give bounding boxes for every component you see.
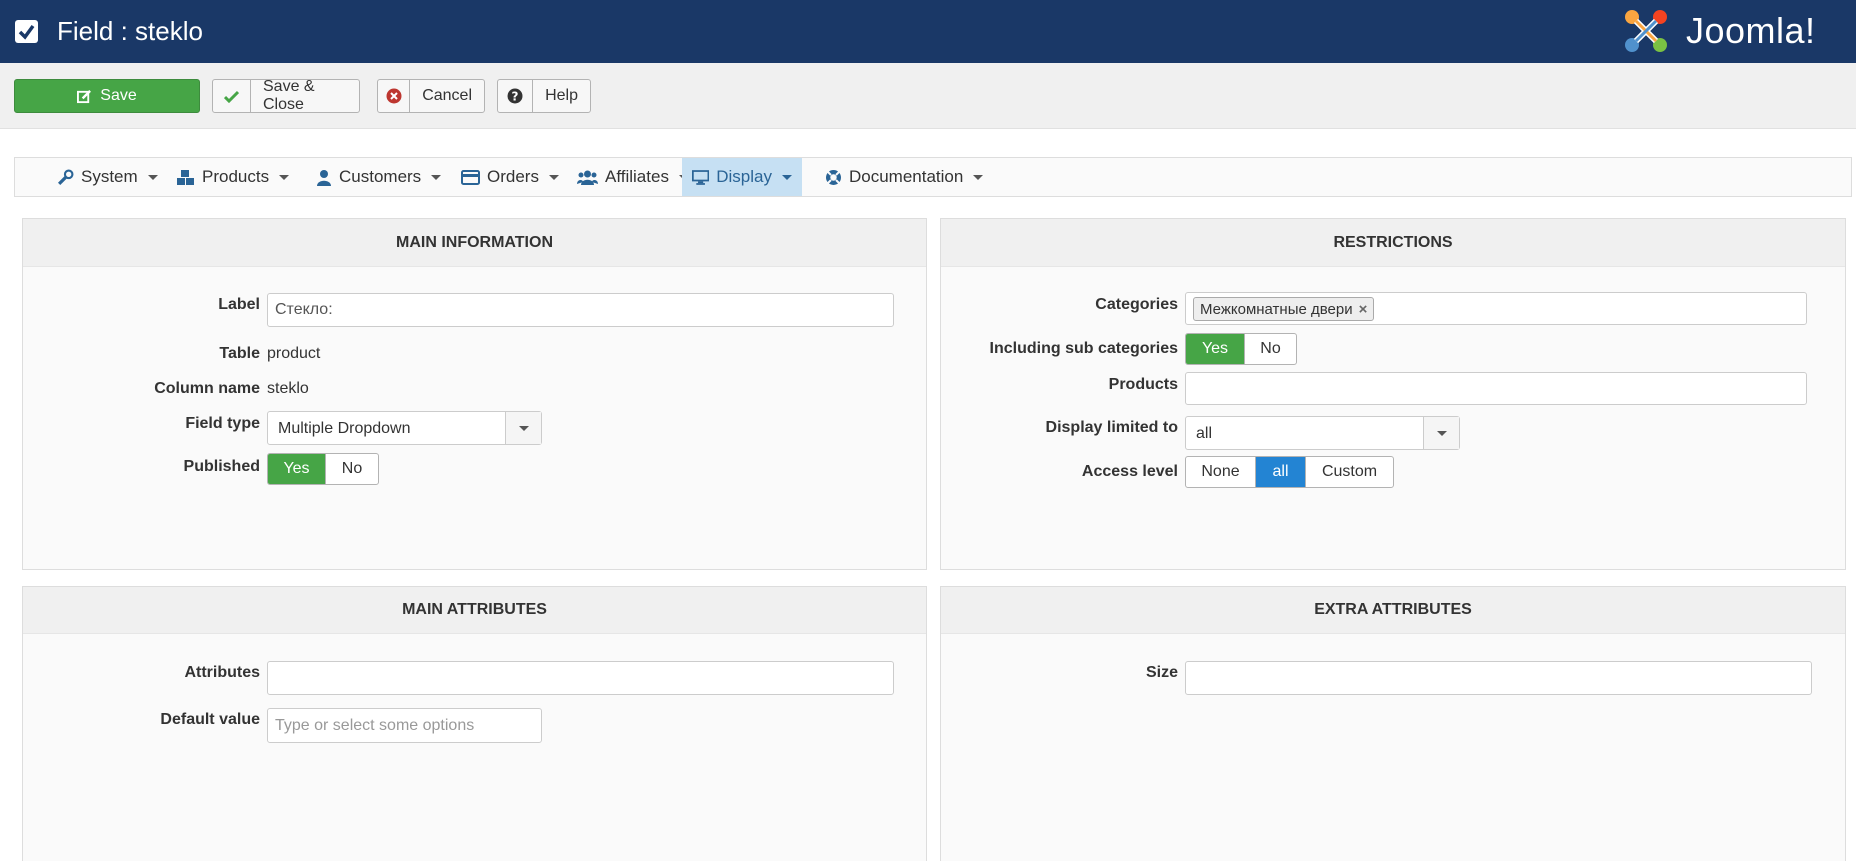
help-button[interactable]: ? Help	[497, 79, 591, 113]
published-toggle: Yes No	[267, 453, 379, 485]
access-custom-button[interactable]: Custom	[1306, 457, 1393, 487]
chevron-down-icon	[548, 174, 559, 180]
page-title: Field : steklo	[57, 16, 203, 46]
categories-label: Categories	[1095, 296, 1178, 313]
display-limited-select[interactable]: all	[1185, 416, 1460, 450]
sub-categories-label: Including sub categories	[989, 340, 1178, 357]
menu-customers-label: Customers	[339, 167, 422, 186]
published-yes-button[interactable]: Yes	[268, 454, 326, 484]
edit-icon	[77, 89, 92, 103]
chevron-down-icon	[147, 174, 158, 180]
default-value-input[interactable]: Type or select some options	[267, 708, 542, 743]
table-value: product	[267, 345, 321, 362]
extra-attributes-heading: EXTRA ATTRIBUTES	[941, 587, 1845, 634]
cancel-button[interactable]: Cancel	[377, 79, 485, 113]
column-name-value: steklo	[267, 380, 309, 397]
credit-card-icon	[461, 169, 480, 185]
menu-system-label: System	[81, 167, 138, 186]
toolbar: Save Save & Close Cancel ? Help	[0, 63, 1856, 129]
save-button[interactable]: Save	[14, 79, 200, 113]
default-value-label: Default value	[160, 711, 260, 728]
chevron-down-icon	[279, 174, 290, 180]
label-field-label: Label	[218, 296, 260, 313]
menu-display-label: Display	[716, 167, 772, 186]
menu-documentation[interactable]: Documentation	[815, 158, 993, 196]
sub-categories-no-button[interactable]: No	[1245, 334, 1296, 364]
size-input[interactable]	[1185, 661, 1812, 695]
sub-categories-toggle: Yes No	[1185, 333, 1297, 365]
save-close-label: Save & Close	[263, 78, 315, 113]
cubes-icon	[177, 169, 194, 185]
check-icon	[224, 90, 239, 103]
save-label: Save	[100, 87, 137, 104]
products-label: Products	[1108, 376, 1178, 393]
desktop-icon	[692, 169, 710, 185]
svg-text:?: ?	[512, 90, 519, 104]
menu-affiliates-label: Affiliates	[605, 167, 669, 186]
access-none-button[interactable]: None	[1186, 457, 1256, 487]
chevron-down-icon	[431, 174, 442, 180]
access-level-toggle: None all Custom	[1185, 456, 1394, 488]
display-limited-label: Display limited to	[1045, 419, 1178, 436]
menu-system[interactable]: System	[47, 158, 168, 196]
chevron-down-icon	[973, 174, 984, 180]
menu-customers[interactable]: Customers	[306, 158, 451, 196]
category-chip-label: Межкомнатные двери	[1200, 300, 1353, 318]
dropdown-arrow-icon	[505, 412, 541, 444]
products-input[interactable]	[1185, 372, 1807, 405]
menu-orders[interactable]: Orders	[451, 158, 569, 196]
checkbox-icon	[15, 20, 38, 43]
component-submenu: System Products Customers Orders Affilia…	[14, 157, 1852, 197]
category-chip: Межкомнатные двери ×	[1193, 297, 1375, 321]
cancel-label: Cancel	[422, 87, 472, 104]
published-label: Published	[183, 458, 260, 475]
menu-products-label: Products	[202, 167, 270, 186]
life-ring-icon	[826, 169, 841, 185]
label-input[interactable]: Стекло:	[267, 293, 894, 327]
remove-chip-icon[interactable]: ×	[1359, 301, 1368, 318]
sub-categories-yes-button[interactable]: Yes	[1186, 334, 1245, 364]
users-icon	[577, 170, 598, 185]
column-name-label: Column name	[154, 380, 260, 397]
categories-input[interactable]: Межкомнатные двери ×	[1185, 292, 1807, 325]
attributes-input[interactable]	[267, 661, 894, 695]
field-type-select[interactable]: Multiple Dropdown	[267, 411, 542, 445]
joomla-wordmark: Joomla!	[1686, 10, 1816, 51]
menu-products[interactable]: Products	[166, 158, 299, 196]
wrench-icon	[57, 169, 74, 185]
access-all-button[interactable]: all	[1256, 457, 1306, 487]
user-icon	[317, 169, 331, 186]
restrictions-heading: RESTRICTIONS	[941, 219, 1845, 267]
menu-orders-label: Orders	[487, 167, 539, 186]
question-icon: ?	[507, 88, 523, 104]
field-type-value: Multiple Dropdown	[278, 420, 411, 437]
table-label: Table	[219, 345, 260, 362]
display-limited-value: all	[1196, 425, 1213, 442]
joomla-logo-icon	[1625, 10, 1667, 52]
field-type-label: Field type	[185, 415, 260, 432]
menu-affiliates[interactable]: Affiliates	[567, 158, 699, 196]
joomla-logo[interactable]: Joomla!	[1622, 7, 1852, 57]
main-attributes-heading: MAIN ATTRIBUTES	[23, 587, 926, 634]
access-level-label: Access level	[1081, 463, 1178, 480]
chevron-down-icon	[782, 174, 792, 180]
dropdown-arrow-icon	[1423, 417, 1459, 449]
help-label: Help	[545, 87, 578, 104]
attributes-label: Attributes	[184, 664, 260, 681]
page-header: Field : steklo Joomla!	[0, 0, 1856, 63]
size-label: Size	[1145, 664, 1178, 681]
cancel-icon	[386, 88, 402, 104]
menu-display[interactable]: Display	[682, 158, 802, 196]
published-no-button[interactable]: No	[326, 454, 378, 484]
main-information-heading: MAIN INFORMATION	[23, 219, 926, 267]
save-close-button[interactable]: Save & Close	[212, 78, 360, 113]
menu-documentation-label: Documentation	[849, 167, 964, 186]
extra-attributes-panel: EXTRA ATTRIBUTES	[940, 586, 1846, 861]
